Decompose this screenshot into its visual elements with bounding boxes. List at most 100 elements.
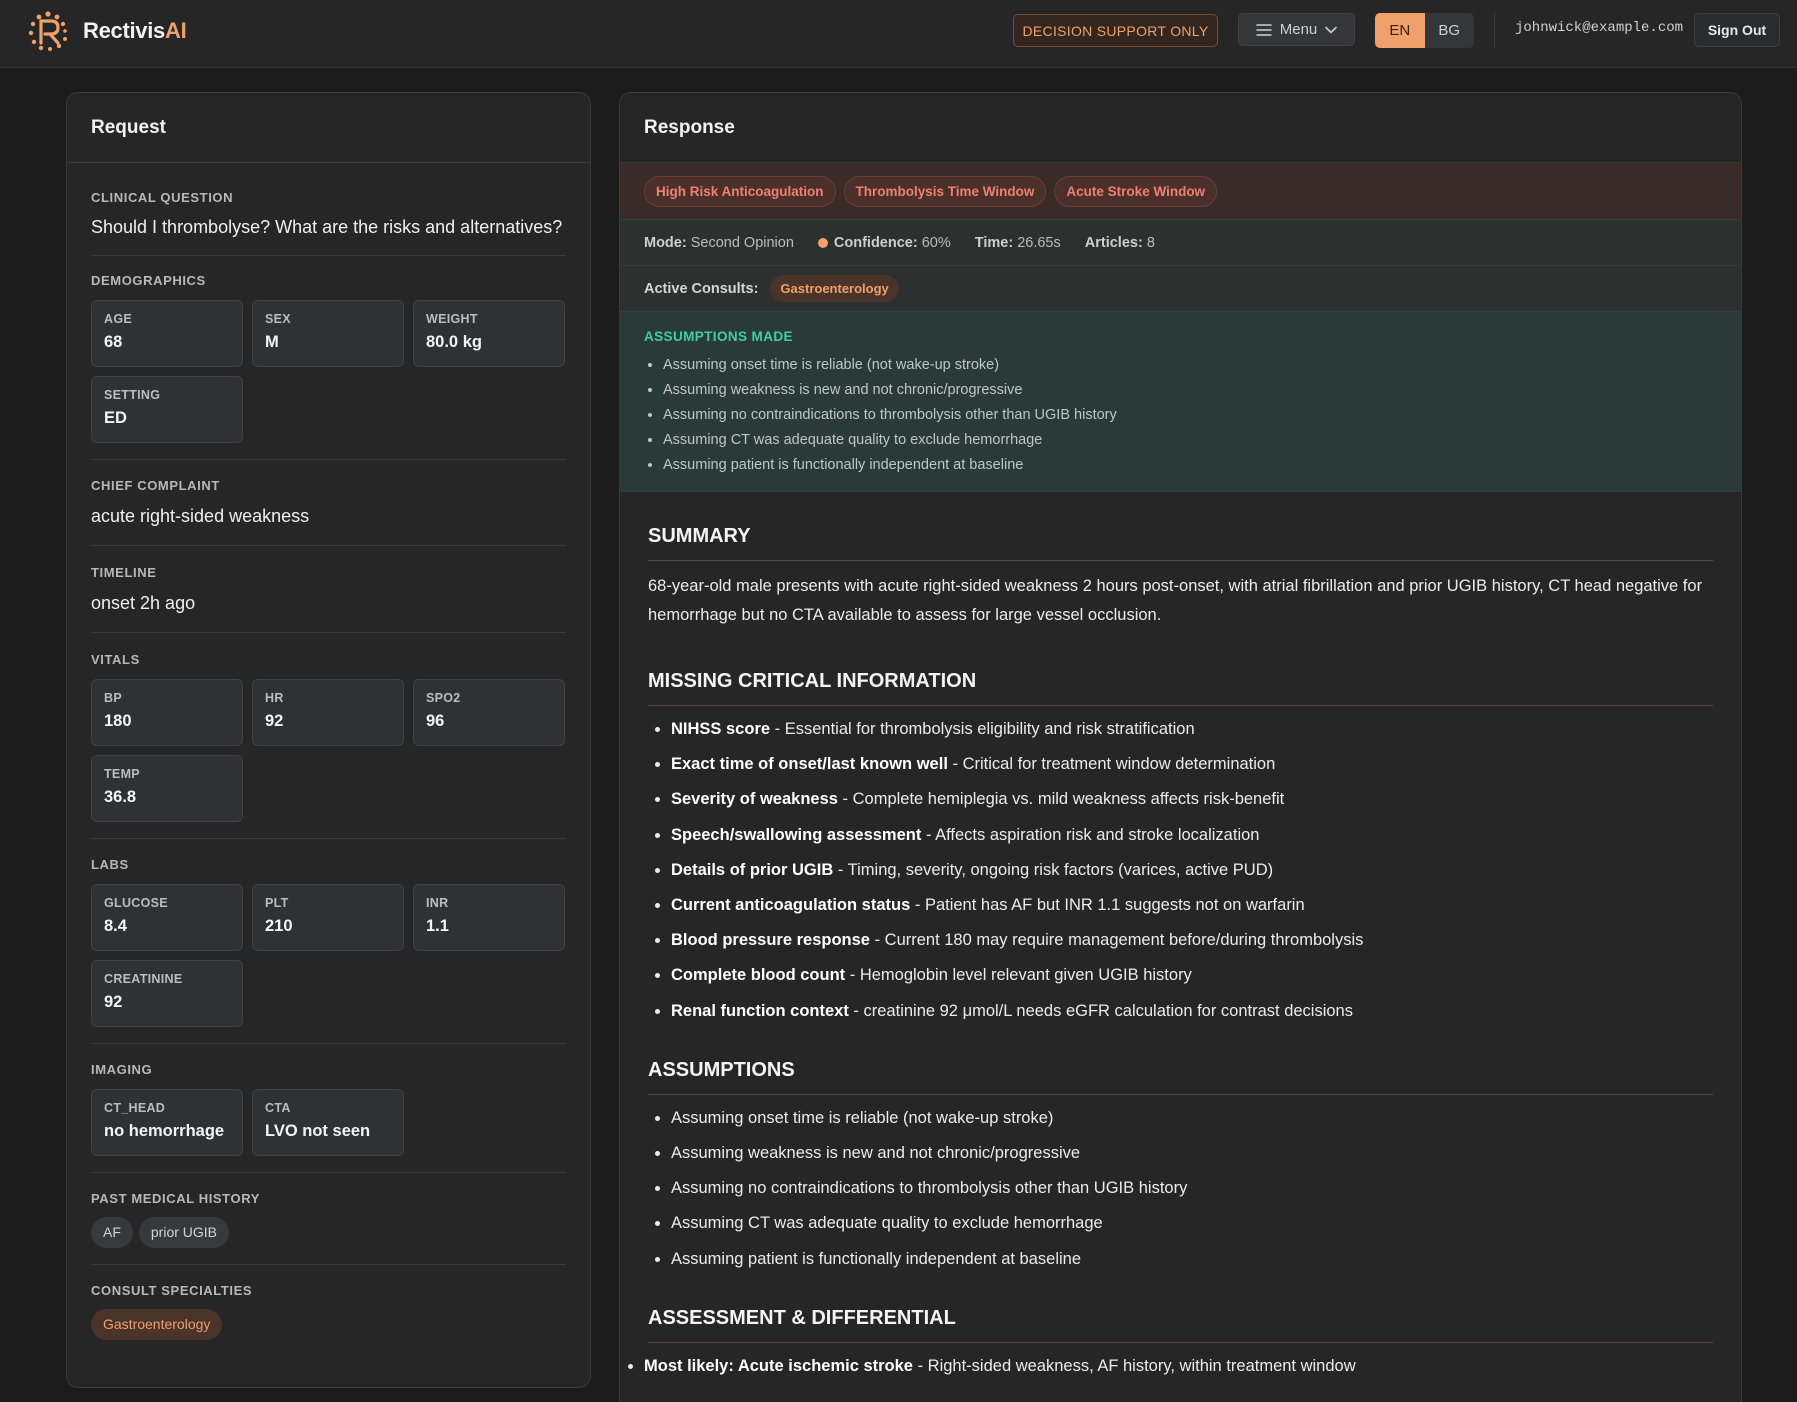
list-item: Assuming patient is functionally indepen… [671,1242,1713,1277]
field-label: AGE [104,312,132,326]
top-bar: RectivisAI DECISION SUPPORT ONLY Menu EN… [0,0,1797,68]
list-item: Assuming weakness is new and not chronic… [671,1136,1713,1171]
field-card: INR 1.1 [413,884,565,951]
field-value: 8.4 [104,917,127,935]
field-label: SEX [265,312,291,326]
list-item-term: Speech/swallowing assessment [671,825,922,844]
list-item: Renal function context - creatinine 92 μ… [671,994,1713,1029]
list-item-text: - Patient has AF but INR 1.1 suggests no… [910,896,1305,915]
labs-grid: GLUCOSE 8.4 PLT 210 INR 1.1 CREATININE 92 [91,884,566,1027]
consult-badge[interactable]: Gastroenterology [770,275,899,302]
list-item-term: Renal function context [671,1001,849,1020]
field-label: TEMP [104,767,140,781]
response-title: Response [620,93,1741,163]
articles-meta: Articles: 8 [1084,234,1155,251]
labs-section: LABS GLUCOSE 8.4 PLT 210 INR 1.1 CREATININE 92 [67,839,590,1027]
pmh-pill: AF [91,1217,133,1248]
field-value: 1.1 [426,917,449,935]
section-label: VITALS [91,652,140,667]
response-meta: Mode: Second Opinion Confidence: 60% Tim… [620,220,1741,266]
field-label: PLT [265,896,289,910]
field-card: PLT 210 [252,884,404,951]
imaging-grid: CT_HEAD no hemorrhage CTA LVO not seen [91,1089,566,1156]
field-card: BP 180 [91,679,243,746]
divider [1494,12,1495,48]
list-item: Assuming no contraindications to thrombo… [671,1171,1713,1206]
risk-tag[interactable]: High Risk Anticoagulation [644,176,836,207]
field-value: M [265,333,279,351]
list-item: Assuming CT was adequate quality to excl… [663,428,1717,453]
risk-tags: High Risk Anticoagulation Thrombolysis Ti… [620,163,1741,220]
assumptions-made-title: ASSUMPTIONS MADE [644,329,793,344]
section-label: IMAGING [91,1062,153,1077]
assumptions-list: Assuming onset time is reliable (not wak… [648,1101,1713,1277]
clinical-question: Should I thrombolyse? What are the risks… [91,217,563,237]
section-label: CONSULT SPECIALTIES [91,1283,253,1298]
section-label: CLINICAL QUESTION [91,190,234,205]
brand-name[interactable]: RectivisAI [83,18,187,44]
menu-button[interactable]: Menu [1238,13,1355,46]
logo-icon[interactable] [27,10,69,52]
field-value: 210 [265,917,293,935]
field-card: SPO2 96 [413,679,565,746]
field-card: CT_HEAD no hemorrhage [91,1089,243,1156]
chief-complaint: acute right-sided weakness [91,506,310,526]
list-item: Assuming onset time is reliable (not wak… [663,353,1717,378]
assessment-heading: ASSESSMENT & DIFFERENTIAL [648,1307,1713,1343]
section-label: TIMELINE [91,565,157,580]
field-card: SETTING ED [91,376,243,443]
field-card: CREATININE 92 [91,960,243,1027]
missing-info-list: NIHSS score - Essential for thrombolysis… [648,712,1713,1029]
field-value: 92 [265,712,284,730]
list-item-term: Most likely: Acute ischemic stroke [644,1356,913,1375]
clinical-question-section: CLINICAL QUESTION Should I thrombolyse? … [67,163,590,238]
missing-info-heading: MISSING CRITICAL INFORMATION [648,670,1713,706]
field-card: AGE 68 [91,300,243,367]
field-label: SPO2 [426,691,461,705]
active-consults-bar: Active Consults: Gastroenterology [620,266,1741,312]
sign-out-button[interactable]: Sign Out [1694,13,1780,47]
list-item-term: Severity of weakness [671,790,838,809]
timeline: onset 2h ago [91,593,196,613]
field-label: SETTING [104,388,161,402]
list-item: Speech/swallowing assessment - Affects a… [671,818,1713,853]
field-label: GLUCOSE [104,896,168,910]
list-item-text: - Essential for thrombolysis eligibility… [770,720,1195,738]
field-value: 68 [104,333,123,351]
active-consults-label: Active Consults: [644,280,759,297]
field-value: 36.8 [104,788,137,806]
field-card: GLUCOSE 8.4 [91,884,243,951]
field-label: CREATININE [104,972,183,986]
response-panel: Response High Risk Anticoagulation Thromb… [619,92,1742,1402]
field-label: HR [265,691,284,705]
field-value: 180 [104,712,132,730]
list-item-term: Exact time of onset/last known well [671,755,948,774]
risk-tag[interactable]: Acute Stroke Window [1054,176,1218,207]
list-item-term: Complete blood count [671,966,846,985]
field-value: 92 [104,993,123,1011]
consult-specialties-section: CONSULT SPECIALTIES Gastroenterology [67,1265,590,1340]
mode-meta: Mode: Second Opinion [644,234,794,251]
chief-complaint-section: CHIEF COMPLAINT acute right-sided weakne… [67,460,590,527]
risk-tag[interactable]: Thrombolysis Time Window [843,176,1047,207]
field-card: HR 92 [252,679,404,746]
lang-bg-button[interactable]: BG [1425,13,1475,48]
language-toggle: EN BG [1375,13,1474,48]
list-item: Severity of weakness - Complete hemipleg… [671,782,1713,817]
section-label: CHIEF COMPLAINT [91,478,220,493]
list-item: Blood pressure response - Current 180 ma… [671,923,1713,958]
field-value: ED [104,409,127,427]
field-card: TEMP 36.8 [91,755,243,822]
lang-en-button[interactable]: EN [1375,13,1425,48]
section-label: PAST MEDICAL HISTORY [91,1191,260,1206]
list-item: Assuming onset time is reliable (not wak… [671,1101,1713,1136]
user-email: johnwick@example.com [1515,20,1684,36]
demographics-grid: AGE 68 SEX M WEIGHT 80.0 kg SETTING ED [91,300,566,443]
list-item: Assuming patient is functionally indepen… [663,453,1717,478]
pmh-list: AF prior UGIB [91,1217,566,1248]
list-item-text: - Hemoglobin level relevant given UGIB h… [845,966,1192,985]
field-value: LVO not seen [265,1122,371,1140]
vitals-section: VITALS BP 180 HR 92 SPO2 96 TEMP 36.8 [67,633,590,822]
demographics-section: DEMOGRAPHICS AGE 68 SEX M WEIGHT 80.0 kg SETTI… [67,256,590,443]
consult-pill[interactable]: Gastroenterology [91,1309,223,1340]
